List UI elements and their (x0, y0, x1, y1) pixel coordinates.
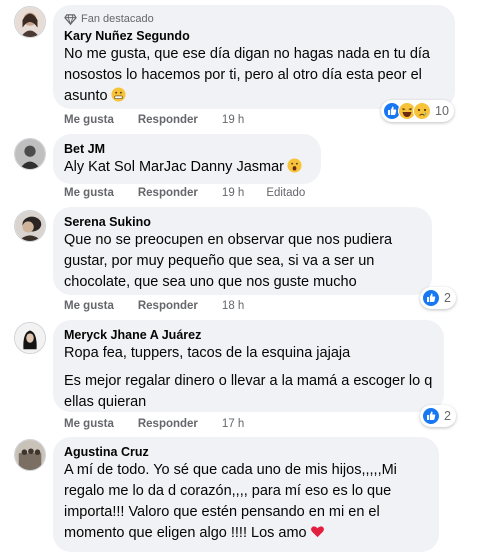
avatar[interactable] (14, 210, 46, 242)
like-button[interactable]: Me gusta (64, 418, 114, 430)
like-button[interactable]: Me gusta (64, 187, 114, 199)
comment-actions: Me gusta Responder 19 h (64, 114, 266, 126)
comment-bubble: Meryck Jhane A Juárez Ropa fea, tuppers,… (53, 320, 444, 412)
like-button[interactable]: Me gusta (64, 114, 114, 126)
reaction-count: 2 (444, 291, 451, 305)
comment-timestamp[interactable]: 18 h (222, 300, 244, 312)
comment-bubble: Agustina Cruz A mí de todo. Yo sé que ca… (53, 437, 439, 552)
fan-badge: Fan destacado (64, 12, 444, 26)
comment-bubble: Bet JM Aly Kat Sol MarJac Danny Jasmar (53, 134, 321, 184)
comment-paragraph: Es mejor regalar dinero o llevar a la ma… (64, 373, 433, 410)
reaction-summary[interactable]: 2 (420, 405, 456, 427)
comment-text: No me gusta, que ese día digan no hagas … (64, 44, 444, 107)
comment-text: Ropa fea, tuppers, tacos de la esquina j… (64, 343, 433, 413)
avatar[interactable] (14, 322, 46, 354)
reply-button[interactable]: Responder (138, 187, 198, 199)
comment-bubble: Serena Sukino Que no se preocupen en obs… (53, 207, 432, 295)
comment-actions: Me gusta Responder 17 h (64, 418, 266, 430)
reaction-count: 2 (444, 409, 451, 423)
avatar[interactable] (14, 439, 46, 471)
reaction-count: 10 (435, 104, 449, 118)
red-heart-icon (310, 524, 325, 539)
avatar[interactable] (14, 6, 46, 38)
diamond-icon (64, 13, 77, 26)
scroll-rail[interactable] (491, 0, 497, 557)
comment-author[interactable]: Kary Nuñez Segundo (64, 28, 444, 44)
sad-icon (413, 102, 431, 120)
reply-button[interactable]: Responder (138, 418, 198, 430)
comment-timestamp[interactable]: 19 h (222, 114, 244, 126)
comment-paragraph: Ropa fea, tuppers, tacos de la esquina j… (64, 345, 351, 361)
reply-button[interactable]: Responder (138, 114, 198, 126)
reaction-summary[interactable]: 10 (381, 100, 454, 122)
hand-over-mouth-face-icon (287, 158, 302, 173)
comment-timestamp[interactable]: 19 h (222, 187, 244, 199)
comment-actions: Me gusta Responder 19 h Editado (64, 187, 305, 199)
comment-bubble: Fan destacado Kary Nuñez Segundo No me g… (53, 5, 455, 109)
like-icon (422, 407, 440, 425)
comment-text: Que no se preocupen en observar que nos … (64, 230, 421, 293)
reaction-summary[interactable]: 2 (420, 287, 456, 309)
comment-text: A mí de todo. Yo sé que cada uno de mis … (64, 460, 428, 544)
comment-paragraph: A mí de todo. Yo sé que cada uno de mis … (64, 462, 397, 541)
avatar[interactable] (14, 138, 46, 170)
comment-actions: Me gusta Responder 18 h (64, 300, 266, 312)
reply-button[interactable]: Responder (138, 300, 198, 312)
comment-paragraph: Que no se preocupen en observar que nos … (64, 232, 393, 290)
comment-text: Aly Kat Sol MarJac Danny Jasmar (64, 157, 310, 178)
comment-author[interactable]: Serena Sukino (64, 214, 421, 230)
comment-author[interactable]: Bet JM (64, 141, 310, 157)
like-icon (422, 289, 440, 307)
grimacing-face-icon (111, 87, 126, 102)
comment-paragraph: Aly Kat Sol MarJac Danny Jasmar (64, 159, 284, 175)
comment-author[interactable]: Meryck Jhane A Juárez (64, 327, 433, 343)
comment-timestamp[interactable]: 17 h (222, 418, 244, 430)
badge-label: Fan destacado (81, 13, 154, 25)
edited-label[interactable]: Editado (266, 187, 305, 199)
like-button[interactable]: Me gusta (64, 300, 114, 312)
comment-author[interactable]: Agustina Cruz (64, 444, 428, 460)
